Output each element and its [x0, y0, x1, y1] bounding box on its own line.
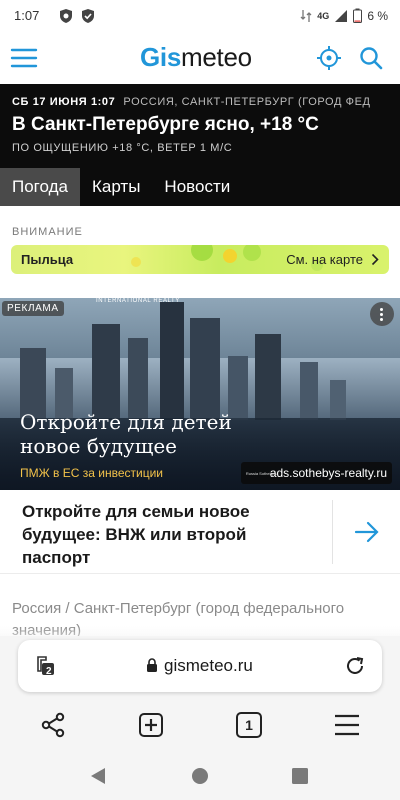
- data-saver-icon: [300, 9, 312, 22]
- ad-building: [330, 380, 346, 420]
- ad-brand: INTERNATIONAL REALTY: [96, 298, 180, 304]
- pollen-decoration: [131, 257, 141, 267]
- ad-card[interactable]: Откройте для семьи новое будущее: ВНЖ ил…: [0, 490, 400, 574]
- weather-date: СБ 17 ИЮНЯ 1:07: [12, 96, 116, 108]
- pollen-decoration: [243, 245, 261, 261]
- app-logo[interactable]: Gismeteo: [140, 42, 252, 73]
- ad-url-text: ads.sothebys-realty.ru: [269, 466, 387, 480]
- more-dot: [380, 308, 383, 311]
- logo-bold: Gis: [140, 42, 182, 72]
- arrow-right-icon[interactable]: [354, 520, 380, 544]
- ad-subline: ПМЖ в ЕС за инвестиции: [20, 466, 163, 480]
- battery-level: 6 %: [367, 8, 388, 23]
- url-text[interactable]: gismeteo.ru: [164, 656, 253, 676]
- ad-card-text: Откройте для семьи новое будущее: ВНЖ ил…: [22, 502, 250, 567]
- pages-count: 1: [245, 717, 253, 733]
- signal-icon: [335, 9, 348, 22]
- reload-icon[interactable]: [344, 655, 366, 677]
- pages-button[interactable]: 1: [236, 712, 262, 738]
- search-icon[interactable]: [358, 45, 384, 71]
- battery-icon: [353, 8, 363, 23]
- system-nav-bar: [0, 754, 400, 800]
- weather-feels-like: ПО ОЩУЩЕНИЮ +18 °C, ВЕТЕР 1 М/С: [12, 142, 233, 154]
- ad-headline: Откройте для детей новое будущее: [20, 410, 232, 458]
- divider: [332, 500, 333, 564]
- ad-building: [160, 302, 184, 420]
- ad-url[interactable]: Russia Sotheby'sads.sothebys-realty.ru: [240, 462, 392, 484]
- back-icon[interactable]: [90, 767, 106, 785]
- tab-news[interactable]: Новости: [152, 168, 242, 206]
- screen: 1:07 4G 6 % Gismeteo СБ 17 ИЮНЯ 1:07 РОС…: [0, 0, 400, 800]
- more-dot: [380, 313, 383, 316]
- weather-location: РОССИЯ, САНКТ-ПЕТЕРБУРГ (ГОРОД ФЕД: [123, 96, 371, 108]
- logo-rest: meteo: [181, 42, 252, 72]
- ad-banner[interactable]: РЕКЛАМА INTERNATIONAL REALTY Откройте дл…: [0, 298, 400, 490]
- ad-building: [92, 324, 120, 420]
- shield-app-icon: [60, 9, 72, 23]
- pollen-decoration: [223, 249, 237, 263]
- ad-building: [190, 318, 220, 420]
- ad-badge: РЕКЛАМА: [2, 301, 64, 316]
- network-type: 4G: [317, 10, 330, 21]
- pollen-banner[interactable]: Пыльца См. на карте: [11, 245, 389, 274]
- ad-building: [255, 334, 281, 420]
- ad-url-logo: Russia Sotheby's: [245, 471, 277, 477]
- weather-date-location: СБ 17 ИЮНЯ 1:07 РОССИЯ, САНКТ-ПЕТЕРБУРГ (…: [12, 96, 400, 108]
- new-tab-icon[interactable]: [138, 712, 164, 738]
- menu-icon[interactable]: [10, 44, 38, 72]
- menu-icon[interactable]: [334, 713, 360, 737]
- pollen-decoration: [191, 245, 213, 261]
- status-bar: 1:07 4G 6 %: [0, 0, 400, 34]
- tabs-count: 2: [46, 666, 52, 677]
- attention-label: ВНИМАНИЕ: [12, 226, 83, 238]
- tab-maps[interactable]: Карты: [80, 168, 152, 206]
- app-header: Gismeteo: [0, 34, 400, 84]
- more-dot: [380, 318, 383, 321]
- weather-panel: СБ 17 ИЮНЯ 1:07 РОССИЯ, САНКТ-ПЕТЕРБУРГ (…: [0, 84, 400, 206]
- chevron-right-icon: [371, 253, 379, 266]
- status-right: 4G 6 %: [300, 8, 388, 23]
- recents-icon[interactable]: [292, 768, 308, 784]
- ad-more-button[interactable]: [370, 302, 394, 326]
- status-time: 1:07: [14, 8, 40, 23]
- section-tabs: Погода Карты Новости: [0, 168, 400, 206]
- location-target-icon[interactable]: [316, 45, 342, 71]
- ad-building: [128, 338, 148, 420]
- share-icon[interactable]: [40, 712, 66, 738]
- lock-icon: [147, 658, 157, 672]
- weather-title: В Санкт-Петербурге ясно, +18 °C: [12, 114, 319, 135]
- shield-check-icon: [82, 9, 94, 23]
- home-icon[interactable]: [191, 767, 209, 785]
- map-link[interactable]: См. на карте: [286, 252, 363, 267]
- tab-weather[interactable]: Погода: [0, 168, 80, 206]
- tabs-switcher-icon[interactable]: [34, 654, 56, 678]
- pollen-label: Пыльца: [21, 252, 74, 267]
- ad-building: [300, 362, 318, 420]
